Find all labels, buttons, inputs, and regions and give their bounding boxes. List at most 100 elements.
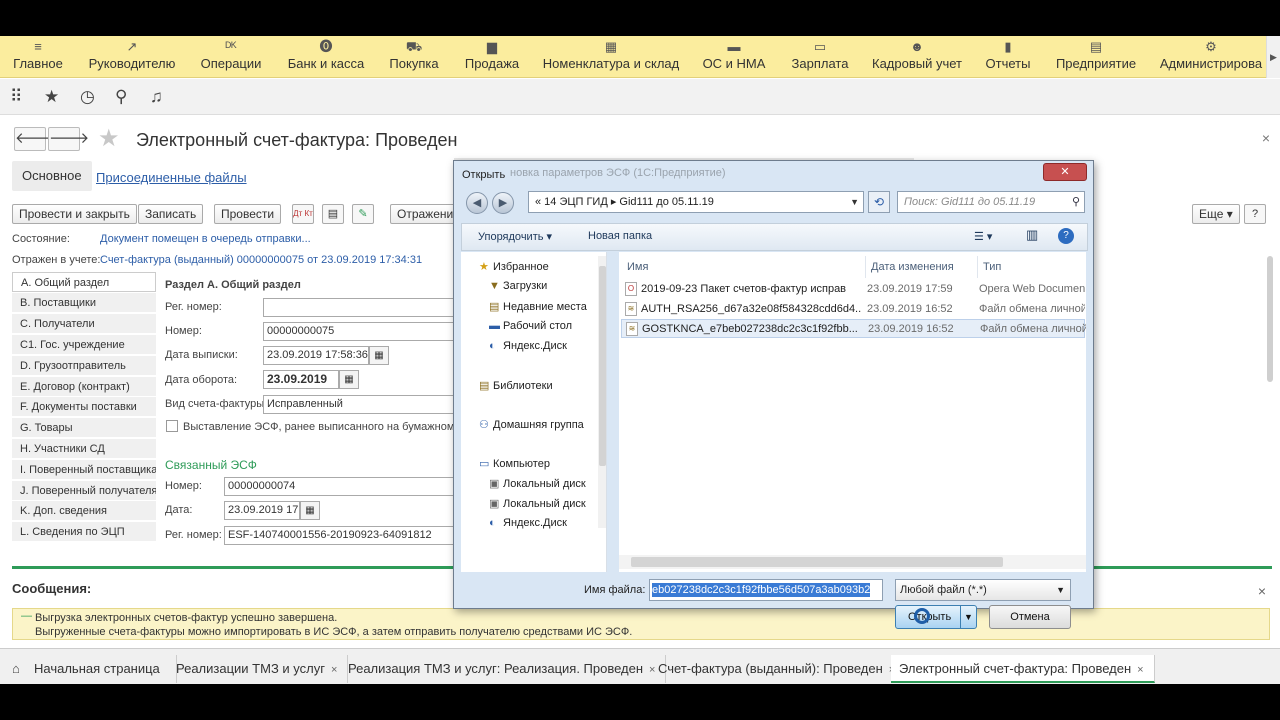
paper-invoice-checkbox[interactable] [166,420,178,432]
calendar-icon[interactable]: ▦ [369,346,389,365]
turnover-date-field[interactable]: 23.09.2019 [263,370,339,389]
column-type[interactable]: Тип [983,261,1001,273]
section-item[interactable]: L. Сведения по ЭЦП [12,522,156,542]
file-type-select[interactable]: Любой файл (*.*) ▼ [895,579,1071,601]
menu-item[interactable]: ↗ Руководителю [82,36,182,78]
nav-item[interactable]: ▭ Компьютер [479,457,550,470]
menu-item[interactable]: ▦ Номенклатура и склад [538,36,684,78]
section-item[interactable]: D. Грузоотправитель [12,356,156,376]
apps-icon[interactable]: ⠿ [10,87,22,107]
file-row[interactable]: O 2019-09-23 Пакет счетов-фактур исправ … [621,280,1085,299]
nav-scrollbar[interactable] [598,256,606,528]
linked-reg-field[interactable]: ESF-140740001556-20190923-64091812 [224,526,458,545]
section-item[interactable]: B. Поставщики [12,293,156,313]
calendar-icon[interactable]: ▦ [339,370,359,389]
edit-icon[interactable]: ✎ [352,204,374,224]
menu-item[interactable]: ▮ Отчеты [980,36,1036,78]
section-item[interactable]: K. Доп. сведения [12,501,156,521]
menu-item[interactable]: ▆ Продажа [456,36,528,78]
document-icon[interactable]: ▤ [322,204,344,224]
number-field[interactable]: 00000000075 [263,322,458,341]
accounting-link[interactable]: Счет-фактура (выданный) 00000000075 от 2… [100,254,422,266]
nav-item[interactable]: ▤ Библиотеки [479,379,553,392]
post-button[interactable]: Провести [214,204,282,224]
reg-number-field[interactable] [263,298,458,317]
filename-input[interactable]: eb027238dc2c3c1f92fbbe56d507a3ab093b2 ▼ [649,579,883,601]
menu-item[interactable]: ⚙ Администрирова [1152,36,1270,78]
issue-date-field[interactable]: 23.09.2019 17:58:36 [263,346,369,365]
save-button[interactable]: Записать [138,204,204,224]
menu-item[interactable]: ▭ Зарплата [784,36,856,78]
organize-button[interactable]: Упорядочить ▾ [478,230,552,243]
section-item[interactable]: C. Получатели [12,314,156,334]
history-icon[interactable]: ◷ [80,87,95,107]
nav-item[interactable]: ▣ Локальный диск [489,477,586,490]
open-button[interactable]: Открыть ▼ [895,605,977,629]
menu-item[interactable]: ⛟ Покупка [380,36,448,78]
messages-close-icon[interactable]: × [1258,583,1266,599]
section-item[interactable]: C1. Гос. учреждение [12,335,156,355]
window-tab[interactable]: Начальная страница [26,655,177,683]
refresh-icon[interactable]: ⟲ [868,191,890,213]
section-item[interactable]: E. Договор (контракт) [12,377,156,397]
search-input[interactable]: Поиск: Gid111 до 05.11.19 ⚲ [897,191,1085,213]
nav-item[interactable]: ▣ Локальный диск [489,497,586,510]
forward-button[interactable]: 🡒 [48,127,89,151]
window-tab[interactable]: Реализации ТМЗ и услуг × [168,655,349,683]
back-button[interactable]: 🡐 [14,127,55,151]
notifications-icon[interactable]: ♫ [150,87,163,107]
search-icon[interactable]: ⚲ [115,87,127,107]
state-link[interactable]: Документ помещен в очередь отправки... [100,233,311,245]
nav-item[interactable]: ⚇ Домашняя группа [479,418,584,431]
menu-item[interactable]: ᴰᴷ Операции [192,36,270,78]
section-item[interactable]: G. Товары [12,418,156,438]
dt-kt-icon[interactable]: Дт Кт [292,204,314,224]
favorites-icon[interactable]: ★ [44,87,59,107]
calendar-icon[interactable]: ▦ [300,501,320,520]
invoice-kind-field[interactable]: Исправленный [263,395,458,414]
view-options-icon[interactable]: ☰ ▾ [974,230,992,243]
dialog-forward-icon[interactable]: ▶ [492,192,514,214]
menu-item[interactable]: ≡ Главное [4,36,72,78]
menu-item[interactable]: ⓿ Банк и касса [280,36,372,78]
form-scrollbar[interactable] [1266,236,1274,546]
close-form-icon[interactable]: × [1262,130,1270,146]
file-list-scrollbar[interactable] [619,555,1086,569]
linked-date-field[interactable]: 23.09.2019 17: [224,501,300,520]
tab-attached-files[interactable]: Присоединенные файлы [96,170,247,185]
new-folder-button[interactable]: Новая папка [588,230,652,242]
window-tab[interactable]: Счет-фактура (выданный): Проведен× [650,655,907,683]
section-item[interactable]: H. Участники СД [12,439,156,459]
help-icon[interactable]: ? [1058,228,1074,244]
file-row-selected[interactable]: ≋ GOSTKNCA_e7beb027238dc2c3c1f92fbb... 2… [621,319,1086,338]
dialog-back-icon[interactable]: ◀ [466,192,488,214]
file-row[interactable]: ≋ AUTH_RSA256_d67a32e08f584328cdd6d4... … [621,300,1085,319]
section-item[interactable]: A. Общий раздел [12,272,156,292]
menu-scroll-right-icon[interactable]: ▶ [1266,36,1280,78]
cancel-button[interactable]: Отмена [989,605,1071,629]
linked-number-field[interactable]: 00000000074 [224,477,458,496]
preview-pane-icon[interactable]: ▥ [1026,227,1038,243]
column-name[interactable]: Имя [627,261,648,273]
nav-item[interactable]: ◐ Яндекс.Диск [489,340,567,352]
section-item[interactable]: J. Поверенный получателя [12,481,156,501]
nav-item[interactable]: ▬ Рабочий стол [489,320,572,332]
post-and-close-button[interactable]: Провести и закрыть [12,204,137,224]
menu-item[interactable]: ☻ Кадровый учет [866,36,968,78]
window-tab[interactable]: Реализация ТМЗ и услуг: Реализация. Пров… [340,655,667,683]
menu-item[interactable]: ▬ ОС и НМА [696,36,772,78]
nav-item[interactable]: ◐ Яндекс.Диск [489,517,567,529]
section-item[interactable]: F. Документы поставки [12,397,156,417]
section-item[interactable]: I. Поверенный поставщика [12,460,156,480]
dialog-close-button[interactable]: ✕ [1043,163,1087,181]
nav-item[interactable]: ★ Избранное [479,260,549,273]
more-button[interactable]: Еще ▾ [1192,204,1240,224]
nav-item[interactable]: ▤ Недавние места [489,300,587,313]
help-button[interactable]: ? [1244,204,1266,224]
tab-main[interactable]: Основное [12,161,92,191]
menu-item[interactable]: ▤ Предприятие [1050,36,1142,78]
window-tab-active[interactable]: Электронный счет-фактура: Проведен × [891,655,1155,683]
favorite-star-icon[interactable]: ★ [98,124,120,153]
address-bar[interactable]: « 14 ЭЦП ГИД ▸ Gid111 до 05.11.19 ▼ [528,191,864,213]
nav-item[interactable]: ▼ Загрузки [489,280,547,292]
